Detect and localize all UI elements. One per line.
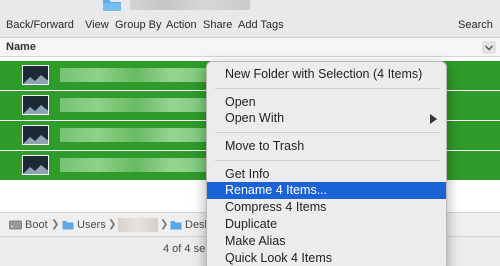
menu-item-quick-look[interactable]: Quick Look 4 Items <box>207 250 446 266</box>
menu-item-duplicate[interactable]: Duplicate <box>207 216 446 233</box>
name-column-header[interactable]: Name <box>6 41 36 53</box>
menu-item-label: Get Info <box>225 167 270 181</box>
folder-icon <box>170 221 182 230</box>
add-tags-button[interactable]: Add Tags <box>238 19 284 31</box>
menu-item-label: Rename 4 Items... <box>225 183 328 197</box>
menu-item-open-with[interactable]: Open With <box>207 110 446 127</box>
chevron-down-icon <box>485 45 493 51</box>
drive-icon <box>9 220 22 230</box>
chevron-right-icon: ❯ <box>51 219 60 230</box>
image-thumbnail-icon <box>22 95 49 115</box>
menu-separator <box>215 132 440 133</box>
chevron-right-icon: ❯ <box>108 219 117 230</box>
menu-item-open[interactable]: Open <box>207 94 446 111</box>
menu-item-move-to-trash[interactable]: Move to Trash <box>207 138 446 155</box>
image-thumbnail-icon <box>22 65 49 85</box>
menu-separator <box>215 88 440 89</box>
path-item-users[interactable]: Users <box>77 219 106 231</box>
path-item-user-redacted[interactable] <box>118 218 158 232</box>
menu-item-label: Open With <box>225 111 285 125</box>
column-options-button[interactable] <box>482 41 496 54</box>
path-item-boot[interactable]: Boot <box>25 219 48 231</box>
file-name-redacted <box>60 128 210 142</box>
menu-item-make-alias[interactable]: Make Alias <box>207 233 446 250</box>
menu-item-compress[interactable]: Compress 4 Items <box>207 199 446 216</box>
view-button[interactable]: View <box>85 19 109 31</box>
menu-item-get-info[interactable]: Get Info <box>207 166 446 183</box>
menu-item-label: New Folder with Selection (4 Items) <box>225 67 423 81</box>
selection-status: 4 of 4 se <box>163 243 206 255</box>
menu-item-label: Duplicate <box>225 217 278 231</box>
menu-item-new-folder-with-selection[interactable]: New Folder with Selection (4 Items) <box>207 66 446 83</box>
submenu-arrow-icon <box>430 114 437 124</box>
folder-icon <box>103 0 121 11</box>
file-name-redacted <box>60 98 210 112</box>
file-name-redacted <box>60 68 210 82</box>
action-button[interactable]: Action <box>166 19 197 31</box>
menu-item-label: Compress 4 Items <box>225 200 327 214</box>
menu-item-label: Make Alias <box>225 234 286 248</box>
chevron-right-icon: ❯ <box>160 219 169 230</box>
share-button[interactable]: Share <box>203 19 232 31</box>
menu-item-label: Open <box>225 95 256 109</box>
group-by-button[interactable]: Group By <box>115 19 161 31</box>
image-thumbnail-icon <box>22 155 49 175</box>
menu-separator <box>215 160 440 161</box>
window-title-redacted <box>130 0 250 10</box>
menu-item-label: Quick Look 4 Items <box>225 251 332 265</box>
toolbar: Back/Forward View Group By Action Share … <box>0 0 500 38</box>
file-name-redacted <box>60 158 210 172</box>
back-forward-button[interactable]: Back/Forward <box>6 19 74 31</box>
image-thumbnail-icon <box>22 125 49 145</box>
folder-icon <box>62 221 74 230</box>
finder-window: Back/Forward View Group By Action Share … <box>0 0 500 266</box>
column-header: Name <box>0 38 500 57</box>
search-button[interactable]: Search <box>458 19 493 31</box>
menu-item-label: Move to Trash <box>225 139 305 153</box>
context-menu: New Folder with Selection (4 Items) Open… <box>206 61 447 266</box>
menu-item-rename[interactable]: Rename 4 Items... <box>207 182 446 199</box>
